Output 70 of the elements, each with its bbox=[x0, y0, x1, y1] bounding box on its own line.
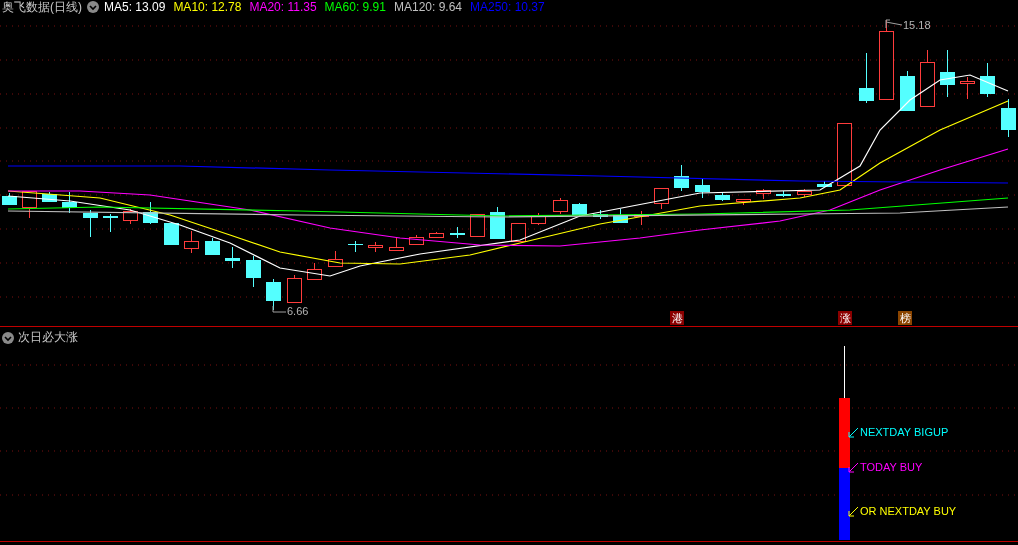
indicator-title: 次日必大涨 bbox=[18, 329, 78, 346]
candlestick bbox=[205, 237, 220, 255]
signal-label: NEXTDAY BIGUP bbox=[860, 426, 949, 438]
candlestick bbox=[817, 180, 832, 188]
candlestick bbox=[837, 122, 852, 186]
candlestick bbox=[328, 250, 343, 267]
candlestick bbox=[62, 191, 77, 214]
candlestick bbox=[859, 52, 874, 104]
candlestick bbox=[103, 213, 118, 233]
candlestick bbox=[756, 188, 771, 200]
candlestick bbox=[531, 212, 546, 226]
event-tag[interactable]: 港 bbox=[670, 311, 684, 325]
moving-average-label: MA60: 9.91 bbox=[324, 0, 386, 14]
low-price-label: 6.66 bbox=[287, 305, 309, 317]
chevron-down-icon[interactable] bbox=[2, 331, 14, 344]
candlestick bbox=[654, 187, 669, 210]
candlestick bbox=[184, 230, 199, 254]
arrow-icon bbox=[848, 505, 859, 517]
candlestick bbox=[123, 208, 138, 225]
event-tag[interactable]: 涨 bbox=[838, 311, 852, 325]
candlestick bbox=[429, 231, 444, 238]
candlestick bbox=[450, 226, 465, 239]
candlestick bbox=[287, 274, 302, 303]
candlestick bbox=[225, 246, 240, 269]
candlestick bbox=[143, 201, 158, 225]
moving-average-label: MA20: 11.35 bbox=[249, 0, 317, 14]
low-price-marker bbox=[272, 305, 287, 313]
arrow-icon bbox=[848, 461, 859, 473]
candlestick bbox=[613, 208, 628, 223]
candlestick bbox=[736, 198, 751, 206]
candlestick bbox=[389, 237, 404, 251]
candlestick bbox=[674, 164, 689, 192]
candlestick bbox=[490, 206, 505, 240]
candlestick bbox=[960, 76, 975, 100]
signal-label: TODAY BUY bbox=[860, 461, 923, 473]
candlestick bbox=[409, 234, 424, 245]
candlestick bbox=[307, 262, 322, 280]
candlestick bbox=[22, 190, 37, 219]
candlestick bbox=[1001, 98, 1016, 138]
moving-average-label: MA10: 12.78 bbox=[173, 0, 242, 14]
stock-title: 奥飞数据(日线) bbox=[2, 0, 82, 16]
moving-average-label: MA120: 9.64 bbox=[393, 0, 462, 14]
candlestick bbox=[900, 70, 915, 111]
candlestick bbox=[715, 192, 730, 202]
candlestick bbox=[920, 49, 935, 108]
candlestick bbox=[246, 255, 261, 288]
candlestick bbox=[797, 188, 812, 198]
candlestick bbox=[83, 209, 98, 238]
candlestick bbox=[470, 213, 485, 237]
candlestick bbox=[164, 222, 179, 245]
candlestick bbox=[940, 49, 955, 98]
event-tag[interactable]: 榜 bbox=[898, 311, 912, 325]
candlestick bbox=[776, 190, 791, 198]
candlestick bbox=[2, 192, 17, 206]
arrow-icon bbox=[848, 426, 859, 438]
candlestick bbox=[572, 202, 587, 217]
candlestick bbox=[553, 197, 568, 215]
candlestick bbox=[634, 210, 649, 226]
candlestick bbox=[368, 241, 383, 253]
moving-average-label: MA5: 13.09 bbox=[104, 0, 166, 14]
candlestick bbox=[980, 62, 995, 98]
candlestick bbox=[695, 178, 710, 199]
candlestick bbox=[347, 240, 364, 253]
chevron-down-icon[interactable] bbox=[87, 1, 99, 13]
signal-label: OR NEXTDAY BUY bbox=[860, 505, 957, 517]
high-price-marker bbox=[885, 19, 903, 29]
candlestick bbox=[511, 222, 526, 242]
high-price-label: 15.18 bbox=[903, 19, 931, 31]
moving-average-label: MA250: 10.37 bbox=[470, 0, 545, 14]
candlestick bbox=[42, 191, 57, 203]
